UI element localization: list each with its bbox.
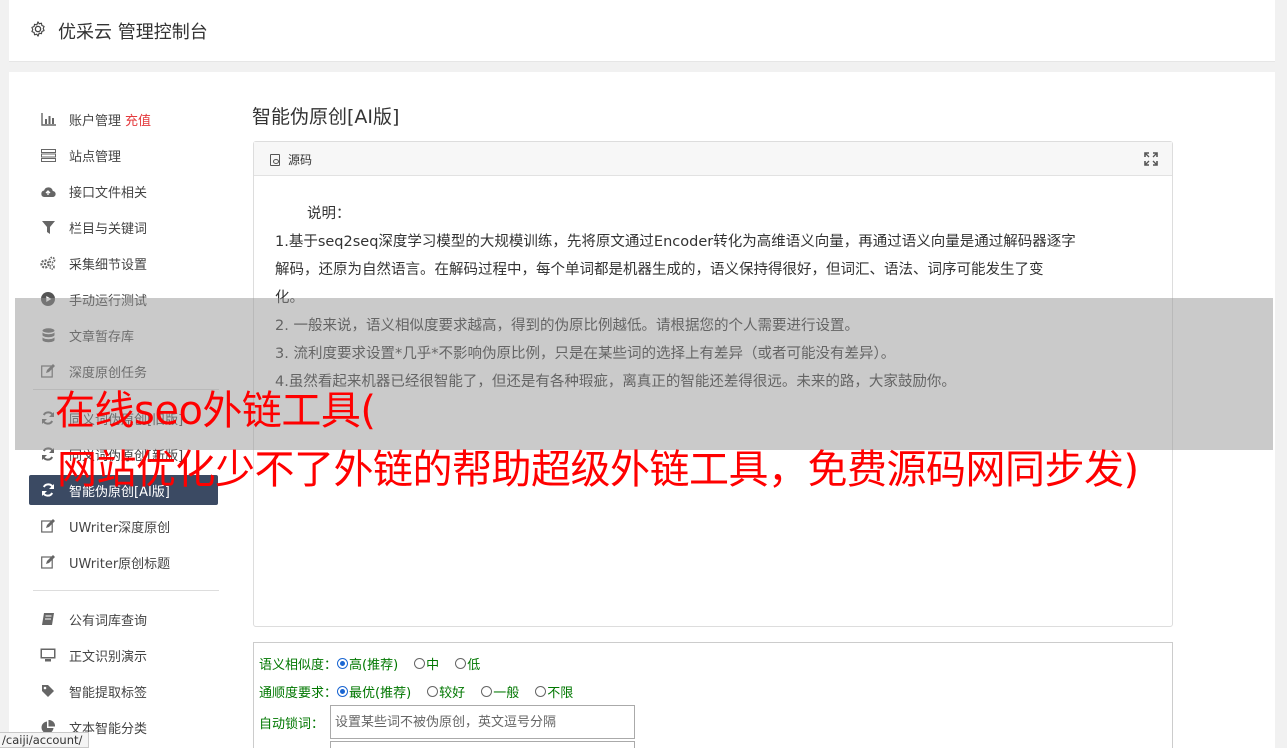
edit-icon bbox=[40, 363, 56, 379]
sidebar-item-label: 智能提取标签 bbox=[69, 685, 148, 701]
options-form: 语义相似度： 高(推荐) 中 低 通顺度要求： 最优(推荐) 较好 一般 不限 … bbox=[253, 642, 1173, 748]
lock-words-label: 自动锁词： bbox=[259, 717, 325, 732]
sidebar-item-label: 接口文件相关 bbox=[69, 185, 148, 201]
sidebar-item-label: 账户管理 bbox=[69, 113, 122, 129]
sidebar-item-collection-settings[interactable]: 采集细节设置 bbox=[37, 248, 221, 278]
similarity-low-radio[interactable]: 低 bbox=[455, 654, 480, 673]
note-line: 3. 流利度要求设置*几乎*不影响伪原比例，只是在某些词的选择上有差异（或者可能… bbox=[275, 346, 896, 362]
bar-chart-icon bbox=[40, 111, 56, 127]
sidebar-item-sites[interactable]: 站点管理 bbox=[37, 140, 221, 170]
sidebar-item-public-thesaurus[interactable]: 公有词库查询 bbox=[37, 604, 221, 634]
note-line: 1.基于seq2seq深度学习模型的大规模训练，先将原文通过Encoder转化为… bbox=[275, 234, 1076, 250]
divider bbox=[33, 590, 219, 591]
status-url: /caiji/account/ bbox=[0, 732, 90, 748]
app-title: 优采云 管理控制台 bbox=[58, 22, 208, 43]
sidebar-item-label: UWriter原创标题 bbox=[69, 556, 171, 572]
cloud-upload-icon bbox=[40, 183, 56, 199]
server-icon bbox=[40, 147, 56, 163]
similarity-row: 语义相似度： 高(推荐) 中 低 bbox=[259, 654, 496, 673]
sidebar-item-label: 站点管理 bbox=[69, 149, 122, 165]
sidebar-item-label: 采集细节设置 bbox=[69, 257, 148, 273]
fluency-label: 通顺度要求： bbox=[259, 686, 338, 701]
monitor-icon bbox=[40, 647, 56, 663]
refresh-icon bbox=[40, 482, 56, 498]
sidebar-item-label: 栏目与关键词 bbox=[69, 221, 148, 237]
fluency-any-radio[interactable]: 不限 bbox=[535, 682, 573, 701]
secondary-input[interactable] bbox=[330, 741, 635, 748]
overlay-text-line1: 在线seo外链工具( bbox=[55, 388, 376, 434]
note-line: 化。 bbox=[275, 290, 304, 306]
sidebar-item-label: 公有词库查询 bbox=[69, 613, 148, 629]
source-panel: 源码 说明： 1.基于seq2seq深度学习模型的大规模训练，先将原文通过Enc… bbox=[253, 141, 1173, 627]
top-bar: 优采云 管理控制台 bbox=[9, 0, 1275, 62]
database-icon bbox=[40, 327, 56, 343]
gear-icon bbox=[31, 21, 45, 37]
sidebar-item-label: 正文识别演示 bbox=[69, 649, 148, 665]
sidebar-item-tag-extract[interactable]: 智能提取标签 bbox=[37, 676, 221, 706]
sidebar-item-account[interactable]: 账户管理 充值 bbox=[37, 104, 221, 134]
lock-words-row: 自动锁词： bbox=[259, 713, 324, 732]
edit-icon bbox=[40, 518, 56, 534]
refresh-icon bbox=[40, 410, 56, 426]
similarity-label: 语义相似度： bbox=[259, 658, 338, 673]
sidebar-item-label: UWriter深度原创 bbox=[69, 520, 171, 536]
note-heading: 说明： bbox=[307, 206, 351, 222]
fluency-good-radio[interactable]: 较好 bbox=[427, 682, 465, 701]
panel-body: 说明： 1.基于seq2seq深度学习模型的大规模训练，先将原文通过Encode… bbox=[254, 176, 1172, 396]
fluency-normal-radio[interactable]: 一般 bbox=[481, 682, 519, 701]
lock-words-input[interactable] bbox=[330, 705, 635, 739]
gears-icon bbox=[40, 255, 56, 271]
source-label: 源码 bbox=[288, 153, 313, 167]
source-file-icon bbox=[270, 154, 280, 166]
fluency-best-radio[interactable]: 最优(推荐) bbox=[337, 682, 411, 701]
fluency-row: 通顺度要求： 最优(推荐) 较好 一般 不限 bbox=[259, 682, 589, 701]
sidebar-item-label: 文章暂存库 bbox=[69, 329, 135, 345]
edit-icon bbox=[40, 554, 56, 570]
sidebar-item-text-recognition[interactable]: 正文识别演示 bbox=[37, 640, 221, 670]
note-line: 2. 一般来说，语义相似度要求越高，得到的伪原比例越低。请根据您的个人需要进行设… bbox=[275, 318, 859, 334]
panel-header: 源码 bbox=[254, 142, 1172, 176]
note-line: 4.虽然看起来机器已经很智能了，但还是有各种瑕疵，离真正的智能还差得很远。未来的… bbox=[275, 374, 956, 390]
sidebar-item-manual-run[interactable]: 手动运行测试 bbox=[37, 284, 221, 314]
sidebar-item-categories-keywords[interactable]: 栏目与关键词 bbox=[37, 212, 221, 242]
recharge-link[interactable]: 充值 bbox=[125, 110, 151, 129]
similarity-mid-radio[interactable]: 中 bbox=[414, 654, 439, 673]
sidebar-item-interface-files[interactable]: 接口文件相关 bbox=[37, 176, 221, 206]
overlay-text-line2: 网站优化少不了外链的帮助超级外链工具，免费源码网同步发) bbox=[57, 447, 1139, 493]
filter-icon bbox=[40, 219, 56, 235]
sidebar-item-article-store[interactable]: 文章暂存库 bbox=[37, 320, 221, 350]
sidebar-item-uwriter-deep[interactable]: UWriter深度原创 bbox=[37, 511, 221, 541]
page-title: 智能伪原创[AI版] bbox=[252, 106, 400, 128]
sidebar-item-uwriter-title[interactable]: UWriter原创标题 bbox=[37, 547, 221, 577]
similarity-high-radio[interactable]: 高(推荐) bbox=[337, 654, 398, 673]
refresh-icon bbox=[40, 446, 56, 462]
note-line: 解码，还原为自然语言。在解码过程中，每个单词都是机器生成的，语义保持得很好，但词… bbox=[275, 262, 1044, 278]
expand-icon[interactable] bbox=[1144, 152, 1158, 166]
play-circle-icon bbox=[40, 291, 56, 307]
tag-icon bbox=[40, 683, 56, 699]
sidebar-item-label: 手动运行测试 bbox=[69, 293, 148, 309]
book-icon bbox=[40, 611, 56, 627]
